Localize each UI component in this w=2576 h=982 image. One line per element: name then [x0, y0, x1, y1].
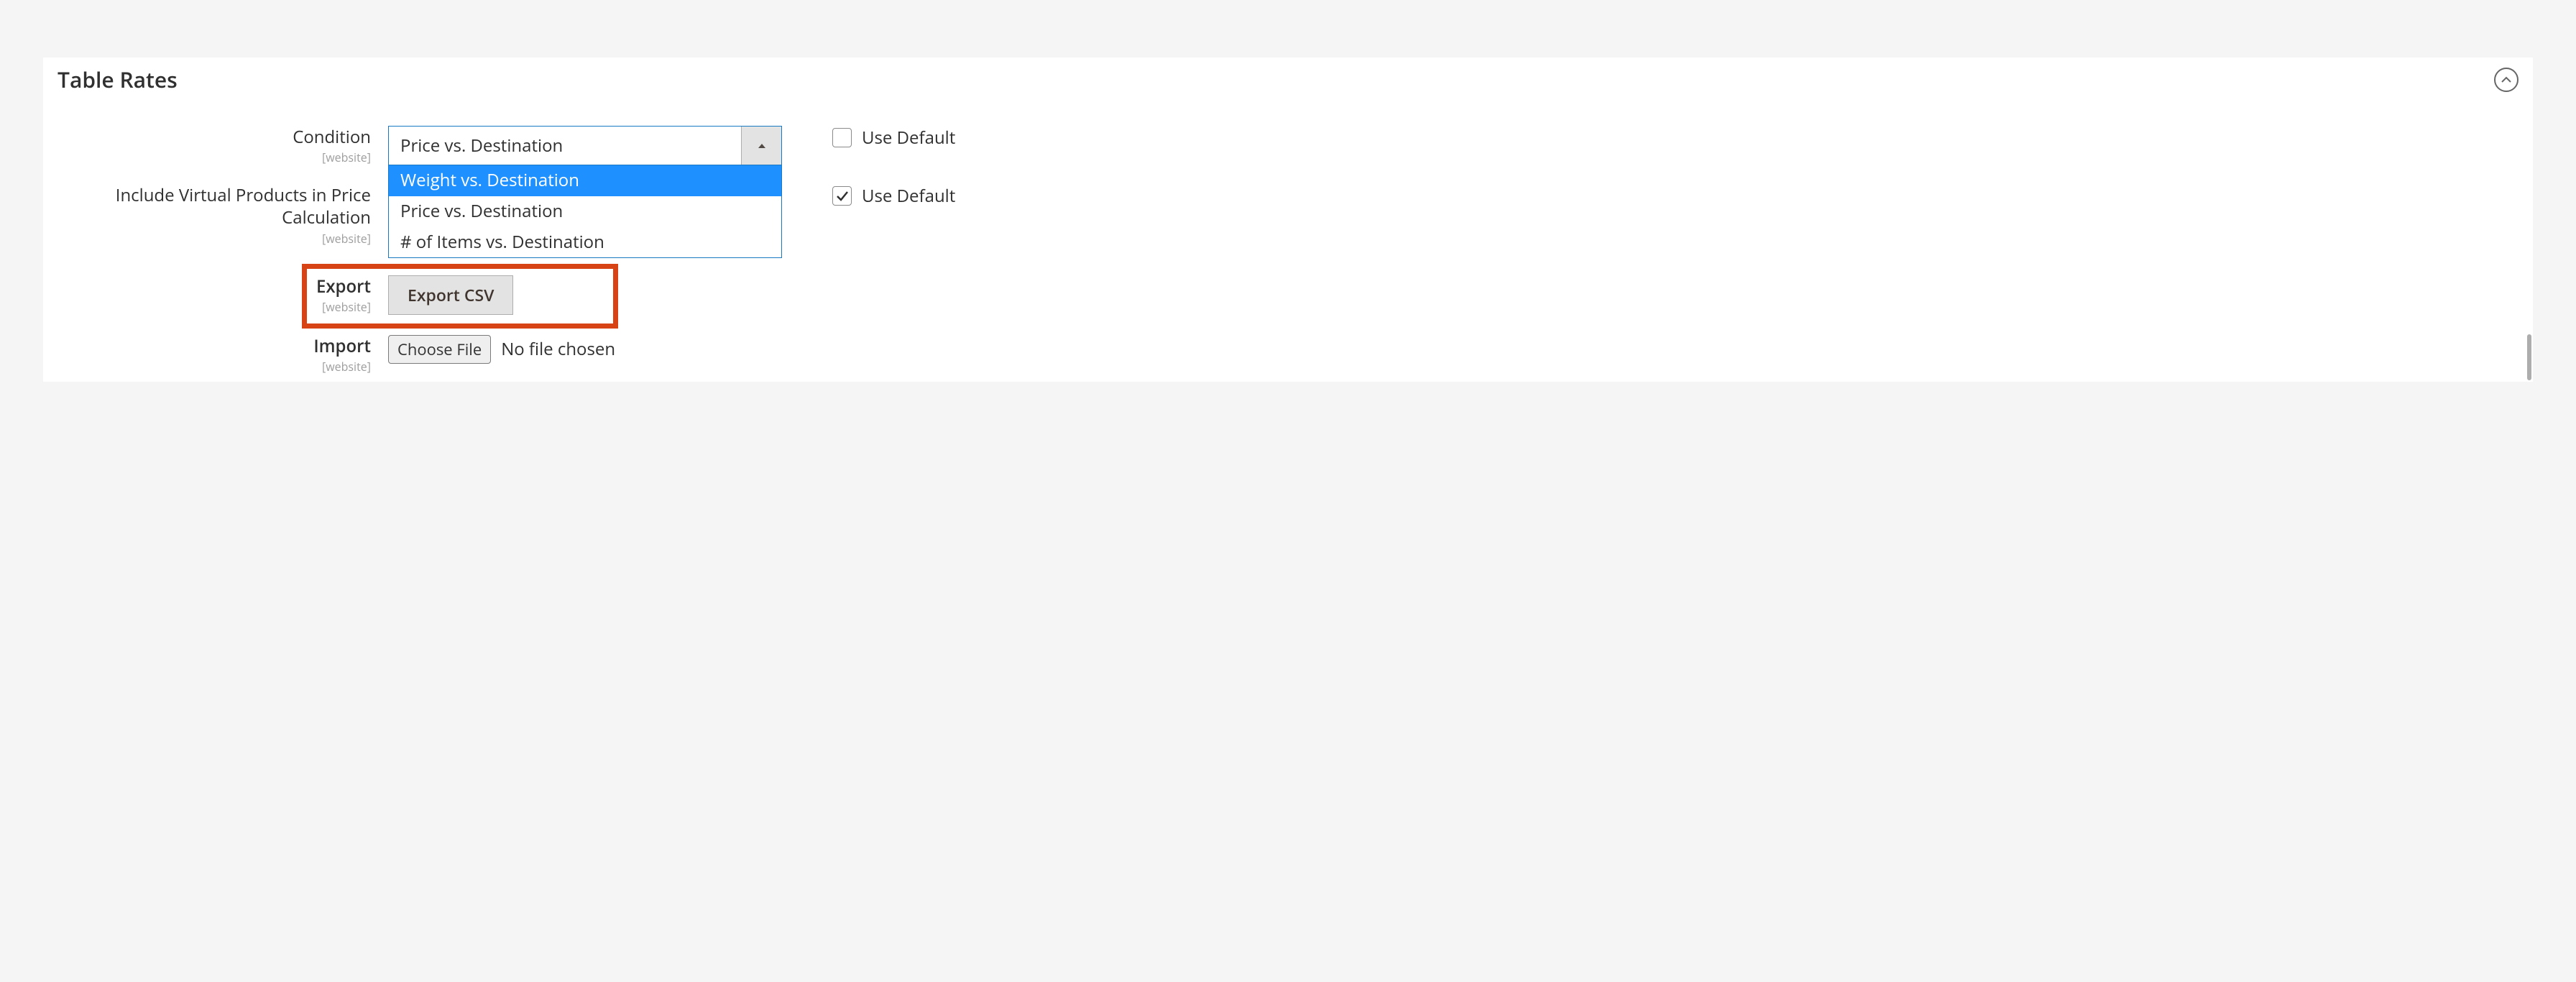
condition-selected-value: Price vs. Destination — [389, 127, 741, 165]
choose-file-button[interactable]: Choose File — [388, 335, 491, 364]
include-virtual-label: Include Virtual Products in Price Calcul… — [58, 184, 371, 229]
triangle-up-icon — [757, 142, 767, 150]
table-rates-panel: Table Rates Condition [website] Price vs… — [43, 58, 2533, 382]
scope-label: [website] — [58, 150, 371, 165]
file-chosen-status: No file chosen — [501, 337, 615, 361]
use-default-label: Use Default — [862, 184, 955, 208]
include-virtual-use-default-checkbox[interactable] — [832, 186, 852, 206]
import-label: Import — [58, 335, 371, 357]
condition-use-default-checkbox[interactable] — [832, 128, 852, 147]
condition-option[interactable]: Price vs. Destination — [389, 196, 781, 227]
condition-option[interactable]: # of Items vs. Destination — [389, 227, 781, 258]
collapse-toggle[interactable] — [2494, 68, 2518, 92]
scope-label: [website] — [58, 299, 371, 315]
condition-label: Condition — [58, 126, 371, 148]
panel-title: Table Rates — [58, 65, 178, 94]
export-csv-button[interactable]: Export CSV — [388, 275, 513, 315]
scope-label: [website] — [58, 359, 371, 375]
condition-select[interactable]: Price vs. Destination — [388, 126, 782, 165]
scrollbar-thumb[interactable] — [2527, 334, 2531, 380]
condition-option[interactable]: Weight vs. Destination — [389, 165, 781, 196]
chevron-up-icon — [2501, 76, 2511, 83]
condition-dropdown: Weight vs. DestinationPrice vs. Destinat… — [388, 165, 782, 258]
checkmark-icon — [836, 191, 849, 202]
select-arrow-button[interactable] — [741, 127, 781, 165]
use-default-label: Use Default — [862, 126, 955, 150]
export-label: Export — [58, 275, 371, 298]
scope-label: [website] — [58, 231, 371, 247]
